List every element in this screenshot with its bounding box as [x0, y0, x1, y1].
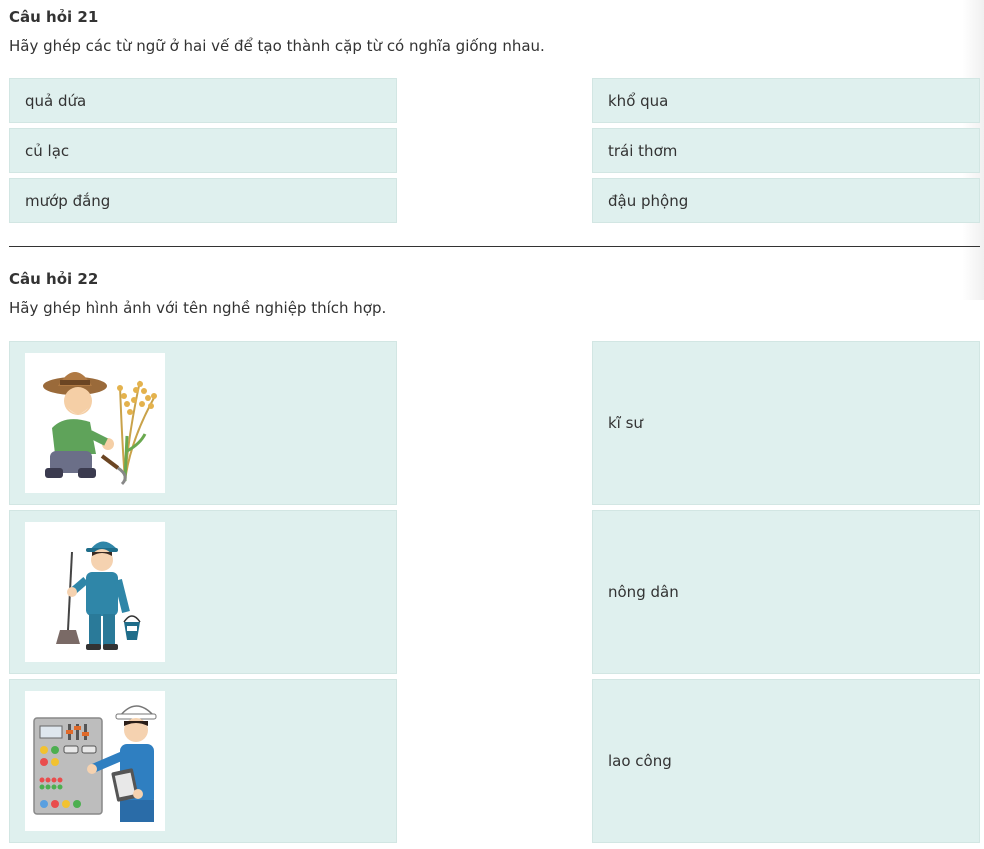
q21-left-item[interactable]: củ lạc — [9, 128, 397, 173]
item-label: lao công — [608, 752, 672, 770]
q22-image-card[interactable] — [9, 341, 397, 505]
question-21-title: Câu hỏi 21 — [9, 8, 99, 26]
item-label: nông dân — [608, 583, 679, 601]
item-label: củ lạc — [25, 141, 70, 160]
section-divider — [9, 246, 980, 247]
farmer-image — [25, 353, 165, 493]
item-label: khổ qua — [608, 91, 669, 110]
q21-right-item[interactable]: khổ qua — [592, 78, 980, 123]
item-label: mướp đắng — [25, 191, 111, 210]
q21-right-item[interactable]: đậu phộng — [592, 178, 980, 223]
q22-right-item[interactable]: lao công — [592, 679, 980, 843]
question-22-title: Câu hỏi 22 — [9, 270, 99, 288]
question-21-instruction: Hãy ghép các từ ngữ ở hai vế để tạo thàn… — [9, 37, 545, 55]
question-22-instruction: Hãy ghép hình ảnh với tên nghề nghiệp th… — [9, 299, 387, 317]
q22-image-card[interactable] — [9, 679, 397, 843]
q22-right-item[interactable]: nông dân — [592, 510, 980, 674]
item-label: trái thơm — [608, 141, 678, 160]
item-label: đậu phộng — [608, 191, 689, 210]
item-label: quả dứa — [25, 91, 87, 110]
q22-right-item[interactable]: kĩ sư — [592, 341, 980, 505]
engineer-image — [25, 691, 165, 831]
q22-image-card[interactable] — [9, 510, 397, 674]
q21-left-item[interactable]: quả dứa — [9, 78, 397, 123]
item-label: kĩ sư — [608, 414, 643, 432]
q21-left-item[interactable]: mướp đắng — [9, 178, 397, 223]
cleaner-image — [25, 522, 165, 662]
q21-right-item[interactable]: trái thơm — [592, 128, 980, 173]
